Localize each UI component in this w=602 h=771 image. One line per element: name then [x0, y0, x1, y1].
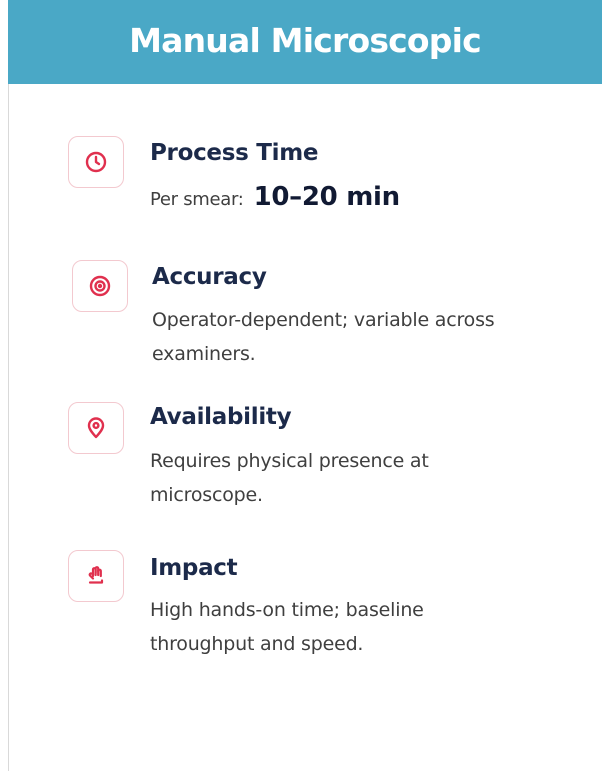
- comparison-card: Manual Microscopic Process Time Per smea…: [0, 0, 602, 771]
- process-time-row: Per smear: 10–20 min: [150, 182, 400, 212]
- card-title: Manual Microscopic: [129, 20, 482, 60]
- per-smear-label: Per smear:: [150, 189, 244, 210]
- hand-icon: [88, 566, 104, 584]
- card-header: Manual Microscopic: [8, 0, 602, 84]
- accuracy-icon-box: [72, 260, 128, 312]
- per-smear-value: 10–20 min: [253, 182, 401, 212]
- process-time-title: Process Time: [150, 140, 319, 166]
- impact-title: Impact: [150, 555, 238, 581]
- impact-icon-box: [68, 550, 124, 602]
- availability-description: Requires physical presence at microscope…: [150, 450, 429, 506]
- impact-description: High hands-on time; baseline throughput …: [150, 599, 424, 655]
- target-icon: [89, 275, 111, 297]
- availability-title: Availability: [150, 404, 292, 430]
- accuracy-description: Operator-dependent; variable across exam…: [152, 309, 495, 365]
- process-time-icon-box: [68, 136, 124, 188]
- location-pin-icon: [87, 417, 105, 439]
- card-left-border: [8, 84, 9, 771]
- clock-icon: [85, 151, 107, 173]
- accuracy-title: Accuracy: [152, 264, 267, 290]
- availability-icon-box: [68, 402, 124, 454]
